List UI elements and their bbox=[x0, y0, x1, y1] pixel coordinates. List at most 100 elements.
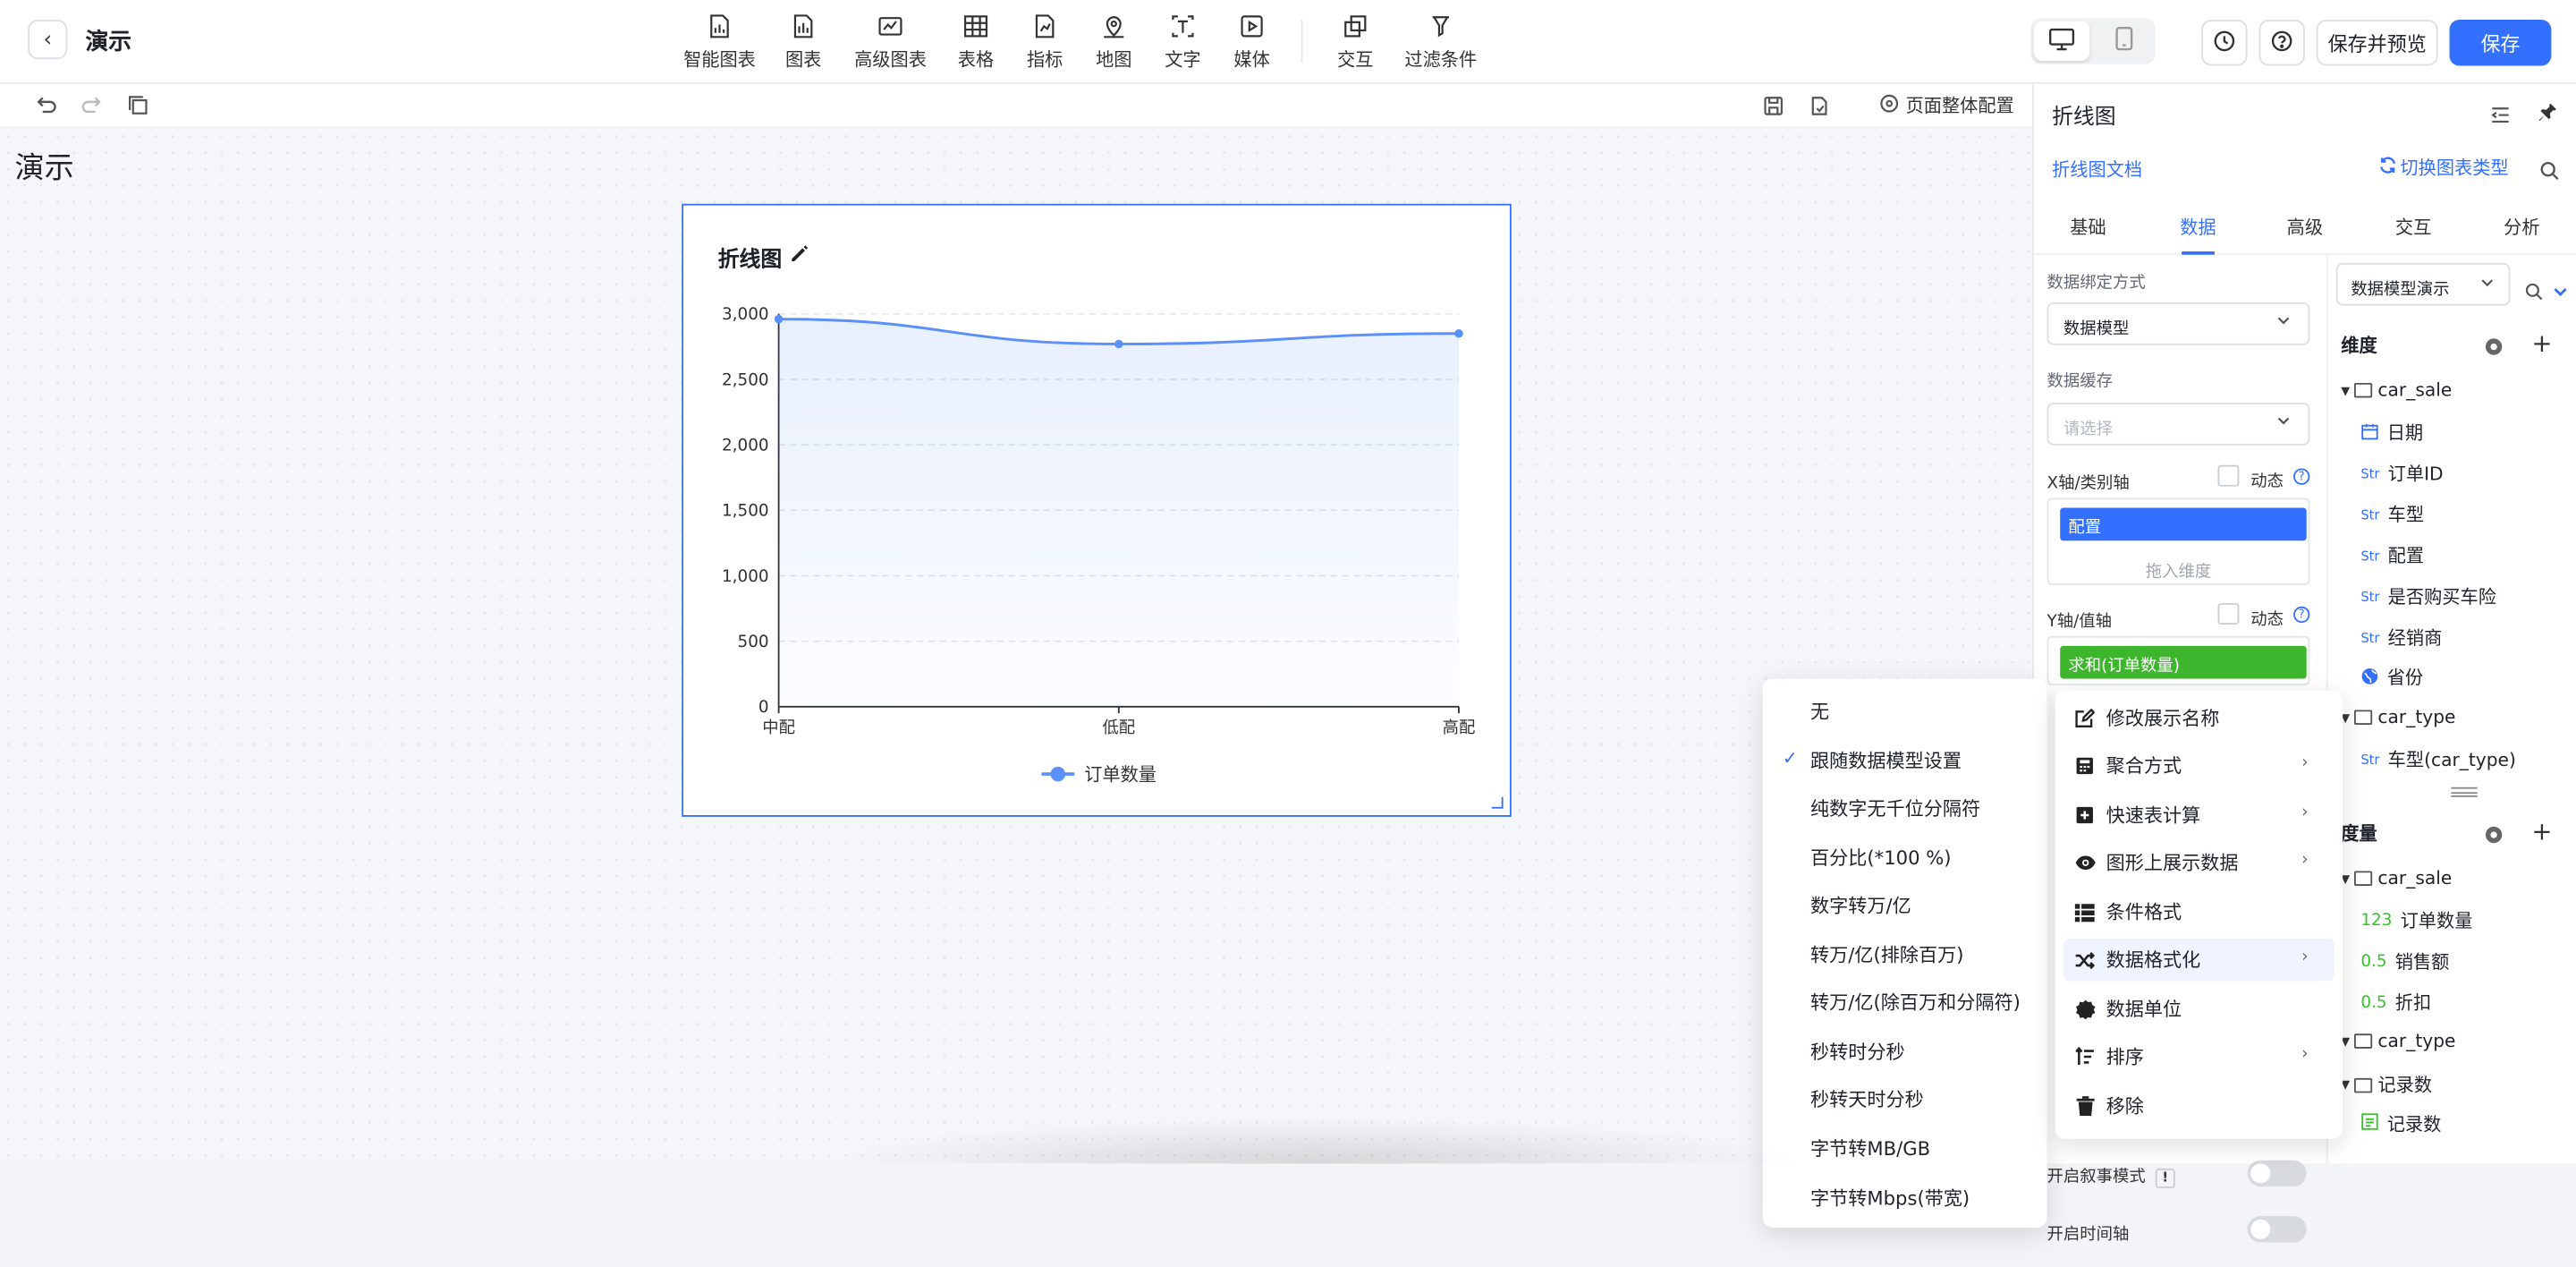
y-axis-field-pill[interactable]: 求和(订单数量) bbox=[2060, 645, 2307, 679]
format-option-percent[interactable]: 百分比(*100 %) bbox=[1810, 845, 1952, 871]
panel-splitter[interactable] bbox=[2451, 787, 2478, 797]
menu-rename[interactable]: 修改展示名称 bbox=[2063, 697, 2334, 740]
dim-field-model[interactable]: Str 车型 bbox=[2360, 501, 2424, 527]
undo-icon[interactable] bbox=[33, 92, 59, 118]
format-option-wan-yi-no-million-separator[interactable]: 转万/亿(除百万和分隔符) bbox=[1810, 990, 2021, 1016]
toolbar-table[interactable]: 表格 bbox=[956, 12, 996, 72]
story-mode-toggle[interactable] bbox=[2247, 1160, 2307, 1187]
pin-icon[interactable] bbox=[2537, 98, 2558, 130]
x-tick-label: 低配 bbox=[1102, 719, 1135, 737]
menu-quick-calc[interactable]: 快速表计算 › bbox=[2063, 794, 2334, 837]
toolbar-smart-chart[interactable]: 智能图表 bbox=[683, 12, 756, 72]
menu-sort[interactable]: 排序 › bbox=[2063, 1035, 2334, 1078]
data-model-select[interactable]: 数据模型演示 bbox=[2335, 262, 2511, 306]
tab-data[interactable]: 数据 bbox=[2180, 214, 2216, 240]
menu-data-unit[interactable]: 数据单位 bbox=[2063, 988, 2334, 1031]
copy-icon[interactable] bbox=[125, 92, 151, 118]
toolbar-filter[interactable]: 过滤条件 bbox=[1404, 12, 1477, 72]
ai-icon[interactable] bbox=[2484, 332, 2504, 363]
measure-folder-record-count[interactable]: ▼ 记录数 bbox=[2341, 1072, 2432, 1098]
menu-aggregation[interactable]: 聚合方式 › bbox=[2063, 744, 2334, 787]
menu-conditional-format[interactable]: 条件格式 bbox=[2063, 890, 2334, 933]
help-icon[interactable]: ? bbox=[2293, 606, 2310, 624]
switch-chart-type-link[interactable]: 切换图表类型 bbox=[2379, 155, 2509, 181]
y-tick-label: 2,500 bbox=[722, 370, 769, 389]
format-option-sec-hms[interactable]: 秒转时分秒 bbox=[1810, 1039, 1905, 1065]
y-tick-label: 1,500 bbox=[722, 502, 769, 521]
help-button[interactable] bbox=[2258, 20, 2305, 66]
mobile-view-button[interactable] bbox=[2097, 21, 2152, 61]
binding-select[interactable]: 数据模型 bbox=[2046, 302, 2310, 345]
y-dynamic-checkbox[interactable] bbox=[2217, 603, 2240, 625]
x-axis-dropzone[interactable]: 配置 拖入维度 bbox=[2046, 497, 2310, 585]
measure-folder-car-sale[interactable]: ▼ car_sale bbox=[2341, 868, 2452, 889]
toolbar-chart[interactable]: 图表 bbox=[784, 12, 823, 72]
menu-show-data-on-chart[interactable]: 图形上展示数据 › bbox=[2063, 841, 2334, 884]
dim-field-config[interactable]: Str 配置 bbox=[2360, 542, 2424, 568]
tab-advanced[interactable]: 高级 bbox=[2287, 214, 2323, 240]
format-option-wan-yi[interactable]: 数字转万/亿 bbox=[1810, 892, 1911, 918]
menu-data-format[interactable]: 数据格式化 › bbox=[2063, 938, 2334, 982]
device-switch bbox=[2030, 18, 2156, 64]
cache-select[interactable]: 请选择 bbox=[2046, 402, 2310, 446]
x-axis-field-pill[interactable]: 配置 bbox=[2060, 507, 2307, 541]
measure-field-discount[interactable]: 0.5 折扣 bbox=[2360, 990, 2431, 1016]
toolbar-advanced-chart[interactable]: 高级图表 bbox=[854, 12, 927, 72]
save-template-icon[interactable] bbox=[1759, 92, 1785, 118]
search-icon[interactable] bbox=[2525, 276, 2543, 308]
collapse-icon[interactable] bbox=[2490, 100, 2510, 132]
help-icon[interactable]: ? bbox=[2293, 468, 2310, 485]
page-config-button[interactable]: 页面整体配置 bbox=[1879, 92, 2014, 118]
format-option-wan-yi-no-million[interactable]: 转万/亿(排除百万) bbox=[1810, 941, 1963, 967]
format-option-bytes-mbps[interactable]: 字节转Mbps(带宽) bbox=[1810, 1185, 1970, 1211]
toolbar-interaction[interactable]: 交互 bbox=[1335, 12, 1375, 72]
x-dynamic-checkbox[interactable] bbox=[2217, 464, 2240, 487]
format-option-none[interactable]: 无 bbox=[1810, 699, 1829, 725]
add-measure-icon[interactable]: + bbox=[2531, 817, 2552, 846]
dim-field-province[interactable]: 省份 bbox=[2360, 664, 2423, 690]
toolbar-text[interactable]: 文字 bbox=[1163, 12, 1202, 72]
add-dimension-icon[interactable]: + bbox=[2531, 328, 2552, 358]
chevron-down-icon[interactable] bbox=[2551, 276, 2569, 308]
tab-analysis[interactable]: 分析 bbox=[2504, 214, 2539, 240]
format-option-no-separator[interactable]: 纯数字无千位分隔符 bbox=[1810, 795, 1980, 821]
toolbar-metric[interactable]: 指标 bbox=[1025, 12, 1064, 72]
export-icon[interactable] bbox=[1806, 92, 1832, 118]
save-button[interactable]: 保存 bbox=[2449, 20, 2552, 66]
measure-folder-car-type[interactable]: ▼ car_type bbox=[2341, 1031, 2455, 1052]
tab-basic[interactable]: 基础 bbox=[2070, 214, 2106, 240]
ai-icon[interactable] bbox=[2484, 821, 2504, 852]
dim-field-order-id[interactable]: Str 订单ID bbox=[2360, 460, 2443, 486]
tab-interaction[interactable]: 交互 bbox=[2395, 214, 2431, 240]
dim-field-date[interactable]: 日期 bbox=[2360, 419, 2423, 445]
measure-field-order-count[interactable]: 123 订单数量 bbox=[2360, 907, 2472, 933]
desktop-view-button[interactable] bbox=[2033, 21, 2090, 61]
search-icon[interactable] bbox=[2540, 156, 2560, 187]
dim-folder-car-sale[interactable]: ▼ car_sale bbox=[2341, 379, 2452, 401]
resize-handle[interactable] bbox=[1491, 796, 1504, 809]
back-button[interactable]: ‹ bbox=[28, 20, 68, 60]
format-option-bytes-mb-gb[interactable]: 字节转MB/GB bbox=[1810, 1135, 1930, 1161]
toolbar-map[interactable]: 地图 bbox=[1094, 12, 1133, 72]
toolbar-media[interactable]: 媒体 bbox=[1233, 12, 1272, 72]
dim-field-car-type[interactable]: Str 车型(car_type) bbox=[2360, 746, 2516, 772]
chart-card[interactable]: 折线图 0 500 1,000 1,500 2,000 2,500 3,000 中配 低配 高配订… bbox=[682, 203, 1512, 817]
y-tick-label: 0 bbox=[758, 698, 769, 717]
chevron-down-icon bbox=[2275, 412, 2292, 434]
y-axis-dropzone[interactable]: 求和(订单数量) bbox=[2046, 635, 2310, 685]
dim-field-dealer[interactable]: Str 经销商 bbox=[2360, 625, 2442, 651]
menu-remove[interactable]: 移除 bbox=[2063, 1084, 2334, 1127]
dim-folder-car-type[interactable]: ▼ car_type bbox=[2341, 707, 2455, 728]
dim-field-insurance[interactable]: Str 是否购买车险 bbox=[2360, 583, 2496, 609]
redo-icon[interactable] bbox=[77, 92, 103, 118]
measure-field-sales[interactable]: 0.5 销售额 bbox=[2360, 948, 2449, 974]
measure-field-record-count[interactable]: 记录数 bbox=[2360, 1111, 2441, 1137]
bottom-shadow bbox=[821, 1117, 1808, 1164]
format-option-follow-model[interactable]: ✓ 跟随数据模型设置 bbox=[1783, 748, 1962, 774]
clock-icon bbox=[2213, 27, 2236, 58]
format-option-sec-dhms[interactable]: 秒转天时分秒 bbox=[1810, 1086, 1924, 1112]
history-button[interactable] bbox=[2201, 20, 2248, 66]
save-and-preview-button[interactable]: 保存并预览 bbox=[2316, 20, 2438, 66]
timeline-toggle[interactable] bbox=[2247, 1216, 2307, 1243]
chart-doc-link[interactable]: 折线图文档 bbox=[2052, 156, 2142, 182]
